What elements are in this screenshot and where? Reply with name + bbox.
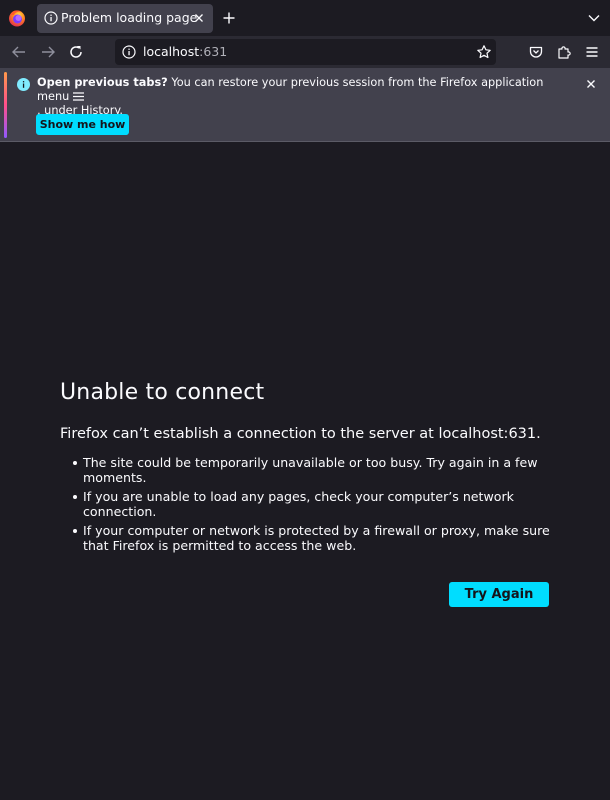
notification-title: Open previous tabs?: [37, 76, 168, 89]
close-icon[interactable]: [192, 11, 206, 25]
pocket-icon[interactable]: [528, 44, 544, 60]
show-me-how-button[interactable]: Show me how: [36, 114, 129, 135]
arrow-right-icon[interactable]: [39, 43, 57, 61]
info-icon: [44, 11, 58, 25]
hamburger-icon: [73, 92, 85, 101]
list-item: If your computer or network is protected…: [73, 523, 563, 553]
info-icon: [17, 78, 30, 91]
url-host: localhost: [143, 44, 200, 59]
tab-problem-loading[interactable]: Problem loading page: [37, 4, 213, 33]
session-restore-notification: Open previous tabs? You can restore your…: [0, 68, 610, 142]
nav-toolbar: localhost:631: [0, 36, 610, 68]
star-icon[interactable]: [476, 44, 492, 60]
plus-icon[interactable]: [221, 10, 237, 26]
error-description: Firefox can’t establish a connection to …: [60, 426, 541, 442]
url-bar[interactable]: localhost:631: [115, 39, 496, 65]
info-icon[interactable]: [122, 45, 136, 59]
close-icon[interactable]: [586, 79, 596, 89]
puzzle-icon[interactable]: [556, 44, 572, 60]
error-reasons-list: The site could be temporarily unavailabl…: [73, 455, 563, 558]
firefox-logo-icon[interactable]: [8, 9, 26, 27]
reload-icon[interactable]: [67, 43, 85, 61]
notification-accent: [4, 72, 7, 138]
chevron-down-icon[interactable]: [587, 11, 601, 25]
list-item: If you are unable to load any pages, che…: [73, 489, 563, 519]
notification-message: Open previous tabs? You can restore your…: [37, 76, 545, 118]
error-page: Unable to connect Firefox can’t establis…: [0, 143, 610, 800]
error-title: Unable to connect: [60, 380, 265, 405]
try-again-button[interactable]: Try Again: [449, 582, 549, 607]
browser-window: Problem loading page localhost:631 Open …: [0, 0, 610, 800]
tab-title: Problem loading page: [61, 10, 198, 25]
hamburger-icon[interactable]: [584, 44, 600, 60]
arrow-left-icon[interactable]: [10, 43, 28, 61]
list-item: The site could be temporarily unavailabl…: [73, 455, 563, 485]
url-port: :631: [199, 44, 228, 59]
url-text[interactable]: localhost:631: [143, 44, 227, 59]
tab-strip: Problem loading page: [0, 0, 610, 36]
